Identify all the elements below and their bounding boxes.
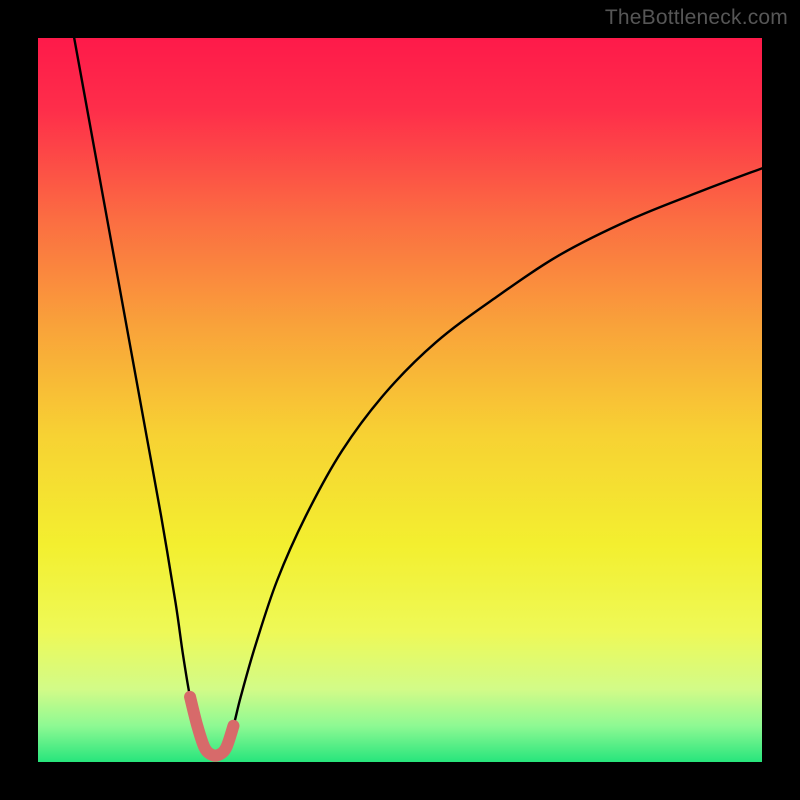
- watermark-text: TheBottleneck.com: [605, 6, 788, 30]
- chart-frame: TheBottleneck.com: [0, 0, 800, 800]
- plot-area: [38, 38, 762, 762]
- bottleneck-curve: [38, 38, 762, 762]
